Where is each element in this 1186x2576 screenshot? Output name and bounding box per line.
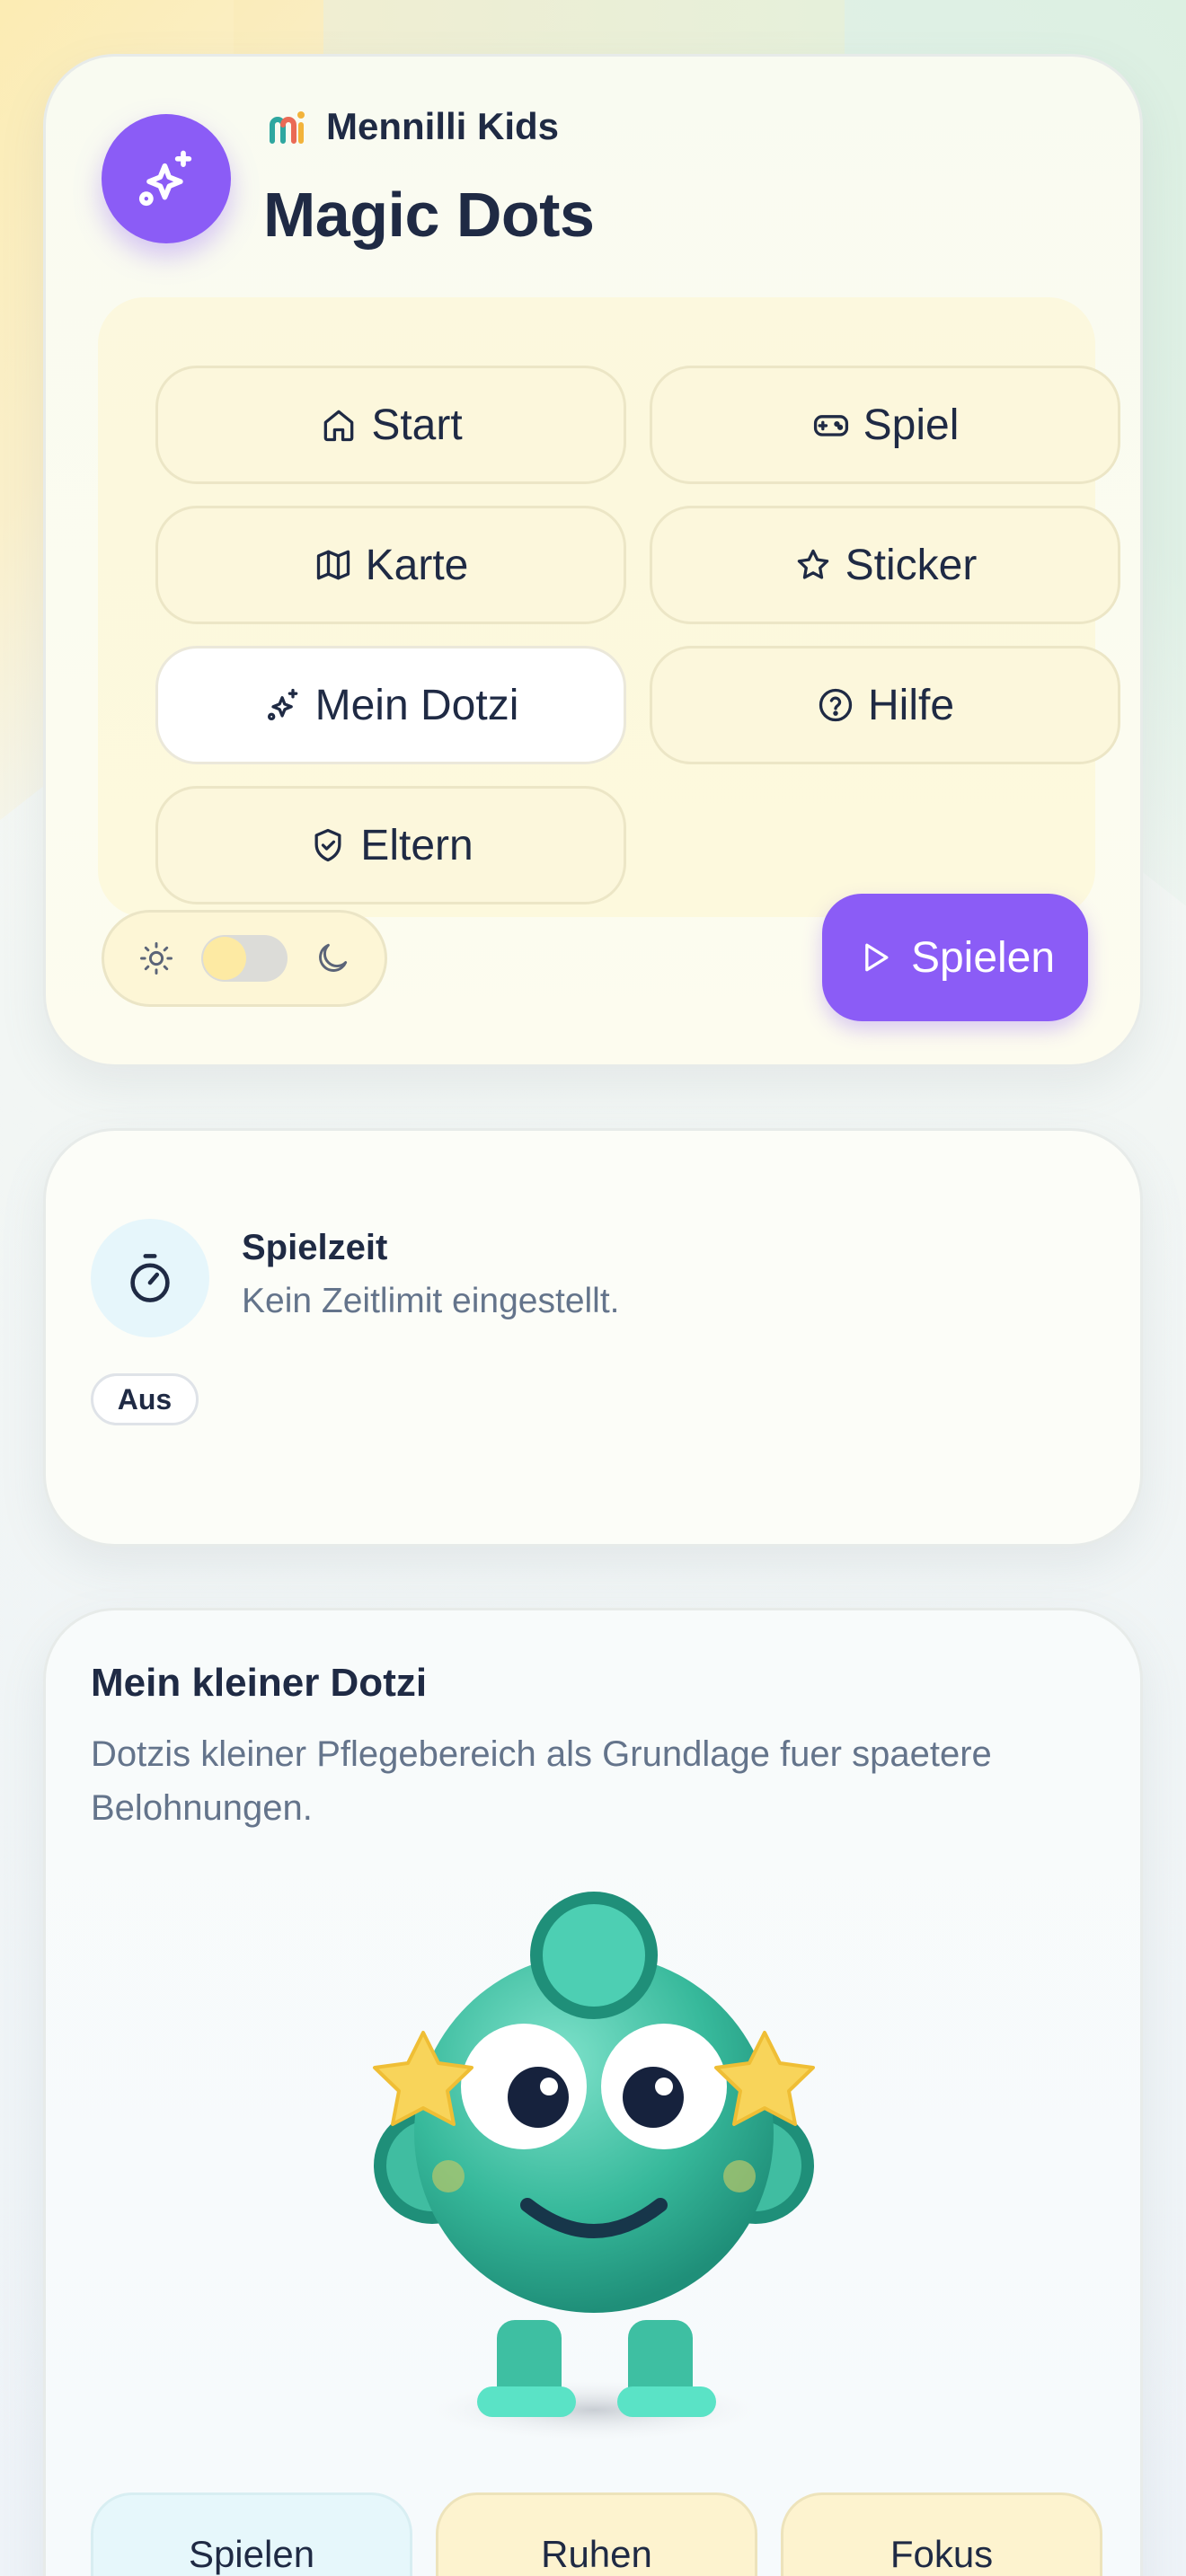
nav-label: Karte bbox=[365, 541, 469, 589]
background-decoration bbox=[234, 0, 845, 54]
nav-sticker-button[interactable]: Sticker bbox=[650, 506, 1120, 624]
brand: Mennilli Kids bbox=[267, 105, 559, 148]
nav-karte-button[interactable]: Karte bbox=[155, 506, 626, 624]
mood-ruhen-button[interactable]: Ruhen bbox=[436, 2492, 757, 2576]
brand-name: Mennilli Kids bbox=[326, 105, 560, 147]
nav-start-button[interactable]: Start bbox=[155, 366, 626, 484]
nav-label: Hilfe bbox=[867, 681, 955, 729]
mood-fokus-button[interactable]: Fokus bbox=[781, 2492, 1102, 2576]
home-icon bbox=[323, 410, 354, 442]
sparkles-icon bbox=[267, 688, 297, 721]
theme-toggle[interactable] bbox=[102, 910, 387, 1007]
nav-eltern-button[interactable]: Eltern bbox=[155, 786, 626, 904]
sparkles-icon bbox=[138, 150, 192, 207]
header-card: Mennilli Kids Magic Dots Start Spiel Kar… bbox=[43, 54, 1143, 1067]
play-icon bbox=[865, 943, 889, 972]
playtime-card: Spielzeit Kein Zeitlimit eingestellt. Au… bbox=[43, 1128, 1143, 1547]
nav-label: Mein Dotzi bbox=[314, 681, 519, 729]
shield-check-icon bbox=[314, 828, 341, 862]
nav-spiel-button[interactable]: Spiel bbox=[650, 366, 1120, 484]
app-title: Magic Dots bbox=[263, 180, 595, 250]
play-button-label: Spielen bbox=[910, 933, 1056, 982]
timer-icon bbox=[130, 1254, 170, 1302]
mood-spielen-button[interactable]: Spielen bbox=[91, 2492, 412, 2576]
nav-label: Eltern bbox=[360, 821, 474, 869]
playtime-status-badge: Aus bbox=[91, 1373, 199, 1425]
nav-label: Spiel bbox=[863, 401, 960, 449]
app-logo bbox=[102, 114, 231, 243]
nav-mein-dotzi-button[interactable]: Mein Dotzi bbox=[155, 646, 626, 764]
map-icon bbox=[316, 550, 350, 580]
sun-icon bbox=[140, 942, 173, 975]
star-icon bbox=[797, 549, 828, 579]
timer-icon-badge bbox=[91, 1219, 209, 1337]
nav-label: Start bbox=[371, 401, 463, 449]
dotzi-card: Mein kleiner Dotzi Dotzis kleiner Pflege… bbox=[43, 1608, 1143, 2576]
playtime-title: Spielzeit bbox=[242, 1228, 388, 1267]
nav-hilfe-button[interactable]: Hilfe bbox=[650, 646, 1120, 764]
mood-label: Ruhen bbox=[541, 2533, 652, 2575]
help-circle-icon bbox=[819, 688, 853, 722]
moon-icon bbox=[319, 943, 348, 972]
nav-label: Sticker bbox=[845, 541, 978, 589]
theme-switch[interactable] bbox=[201, 935, 288, 982]
mood-label: Spielen bbox=[188, 2533, 315, 2575]
dotzi-description: Dotzis kleiner Pflegebereich als Grundla… bbox=[91, 1734, 992, 1828]
mood-label: Fokus bbox=[890, 2533, 994, 2575]
brand-logo-icon bbox=[270, 111, 305, 144]
play-button[interactable]: Spielen bbox=[822, 894, 1088, 1021]
playtime-subtitle: Kein Zeitlimit eingestellt. bbox=[242, 1282, 620, 1320]
dotzi-mascot bbox=[373, 1892, 815, 2440]
dotzi-title: Mein kleiner Dotzi bbox=[91, 1661, 428, 1705]
gamepad-icon bbox=[813, 415, 848, 437]
theme-switch-knob bbox=[203, 937, 246, 980]
main-navigation: Start Spiel Karte Sticker Mein Dotzi Hil… bbox=[98, 297, 1120, 917]
